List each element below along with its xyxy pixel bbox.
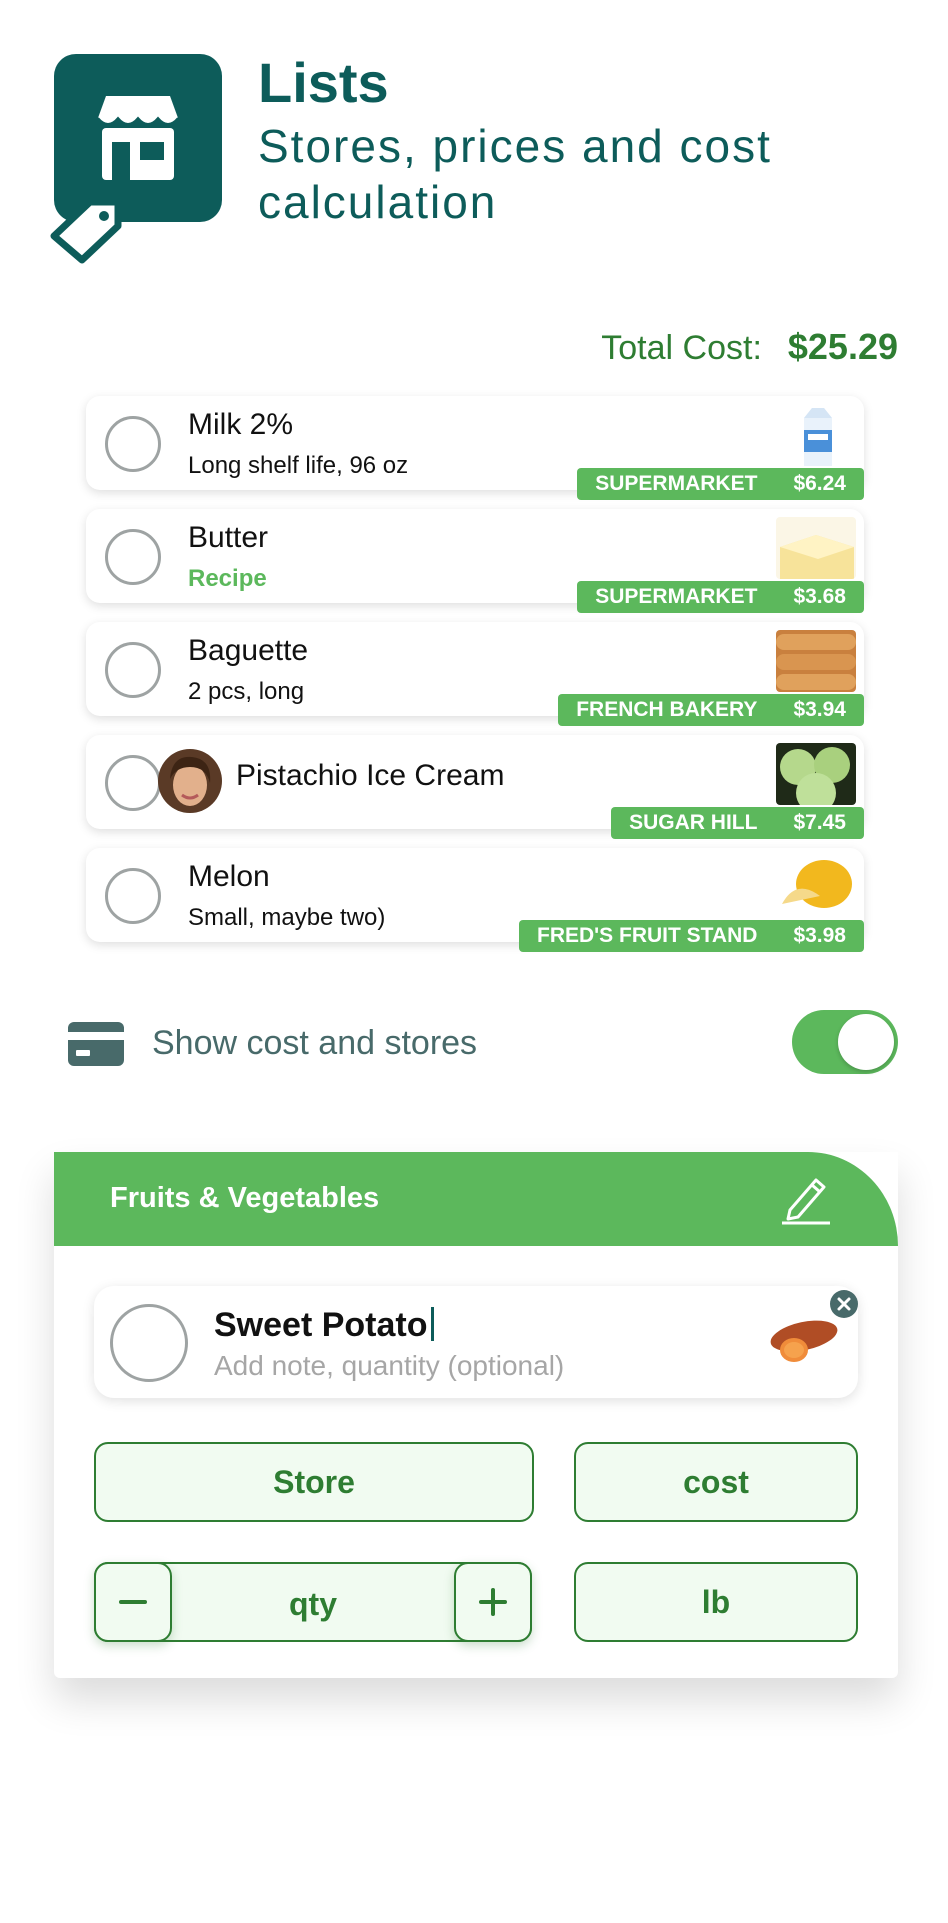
- toggle-knob: [838, 1014, 894, 1070]
- store-price-tag[interactable]: FRED'S FRUIT STAND $3.98: [519, 920, 864, 952]
- store-price-tag[interactable]: SUGAR HILL $7.45: [611, 807, 864, 839]
- store-name: SUPERMARKET: [595, 585, 758, 608]
- milk-carton-icon: [776, 404, 856, 466]
- show-cost-label: Show cost and stores: [152, 1024, 478, 1062]
- store-name: SUPERMARKET: [595, 472, 758, 495]
- item-price: $7.45: [793, 811, 846, 834]
- baguette-icon: [776, 630, 856, 692]
- item-note: Long shelf life, 96 oz: [188, 452, 409, 479]
- increment-button[interactable]: [454, 1562, 532, 1642]
- quantity-stepper[interactable]: qty: [94, 1562, 532, 1642]
- text-cursor: [431, 1307, 435, 1341]
- show-cost-toggle[interactable]: [792, 1010, 898, 1074]
- store-icon: [97, 96, 179, 180]
- item-name: Butter: [188, 521, 269, 554]
- plus-icon: [479, 1588, 507, 1616]
- melon-icon: [776, 856, 856, 918]
- page-subtitle: Stores, prices and cost calculation: [258, 120, 772, 228]
- credit-card-icon: [68, 1022, 124, 1066]
- page-title: Lists: [258, 51, 389, 114]
- item-checkbox[interactable]: [105, 755, 161, 811]
- item-note: Small, maybe two): [188, 904, 386, 931]
- total-cost-label: Total Cost:: [601, 329, 762, 367]
- store-name: FRENCH BAKERY: [576, 698, 758, 721]
- butter-icon: [776, 517, 856, 579]
- category-title: Fruits & Vegetables: [110, 1182, 380, 1214]
- item-name: Pistachio Ice Cream: [236, 759, 505, 792]
- category-header: Fruits & Vegetables: [54, 1152, 898, 1246]
- store-price-tag[interactable]: FRENCH BAKERY $3.94: [558, 694, 864, 726]
- total-cost: Total Cost: $25.29: [601, 326, 898, 368]
- store-price-tag[interactable]: SUPERMARKET $6.24: [577, 468, 864, 500]
- sweet-potato-icon: [764, 1312, 844, 1373]
- store-button[interactable]: Store: [94, 1442, 534, 1522]
- item-checkbox[interactable]: [105, 642, 161, 698]
- price-tag-icon: [50, 198, 122, 264]
- item-checkbox[interactable]: [110, 1304, 188, 1382]
- item-note: Recipe: [188, 565, 267, 592]
- item-price: $6.24: [793, 472, 846, 495]
- item-note-input[interactable]: Add note, quantity (optional): [214, 1350, 564, 1382]
- new-item-editor[interactable]: Sweet Potato Add note, quantity (optiona…: [94, 1286, 858, 1398]
- item-price: $3.68: [793, 585, 846, 608]
- item-note: 2 pcs, long: [188, 678, 305, 705]
- item-checkbox[interactable]: [105, 416, 161, 472]
- list-item[interactable]: Melon Small, maybe two) FRED'S FRUIT STA…: [86, 848, 864, 952]
- item-price: $3.94: [793, 698, 846, 721]
- category-panel: Fruits & Vegetables Sweet Potato Add not…: [54, 1152, 898, 1678]
- show-cost-setting: Show cost and stores: [68, 1010, 898, 1080]
- list-item[interactable]: Milk 2% Long shelf life, 96 oz SUPERMARK…: [86, 396, 864, 500]
- cabbage-icon: [776, 743, 856, 805]
- unit-button[interactable]: lb: [574, 1562, 858, 1642]
- store-price-tag[interactable]: SUPERMARKET $3.68: [577, 581, 864, 613]
- item-name: Melon: [188, 860, 270, 893]
- total-cost-value: $25.29: [787, 326, 898, 367]
- decrement-button[interactable]: [94, 1562, 172, 1642]
- pencil-icon[interactable]: [780, 1172, 832, 1226]
- item-checkbox[interactable]: [105, 868, 161, 924]
- minus-icon: [119, 1600, 147, 1604]
- cost-button[interactable]: cost: [574, 1442, 858, 1522]
- list-item[interactable]: Butter Recipe SUPERMARKET $3.68: [86, 509, 864, 613]
- item-name: Milk 2%: [188, 408, 294, 441]
- item-name-input[interactable]: Sweet Potato: [214, 1306, 435, 1345]
- list-item[interactable]: Pistachio Ice Cream SUGAR HILL $7.45: [86, 735, 864, 839]
- item-name: Baguette: [188, 634, 309, 667]
- store-name: SUGAR HILL: [629, 811, 758, 834]
- avatar: [158, 749, 222, 813]
- store-name: FRED'S FRUIT STAND: [537, 924, 758, 947]
- list-item[interactable]: Baguette 2 pcs, long FRENCH BAKERY $3.94: [86, 622, 864, 726]
- item-price: $3.98: [793, 924, 846, 947]
- clear-icon[interactable]: [830, 1290, 858, 1318]
- item-checkbox[interactable]: [105, 529, 161, 585]
